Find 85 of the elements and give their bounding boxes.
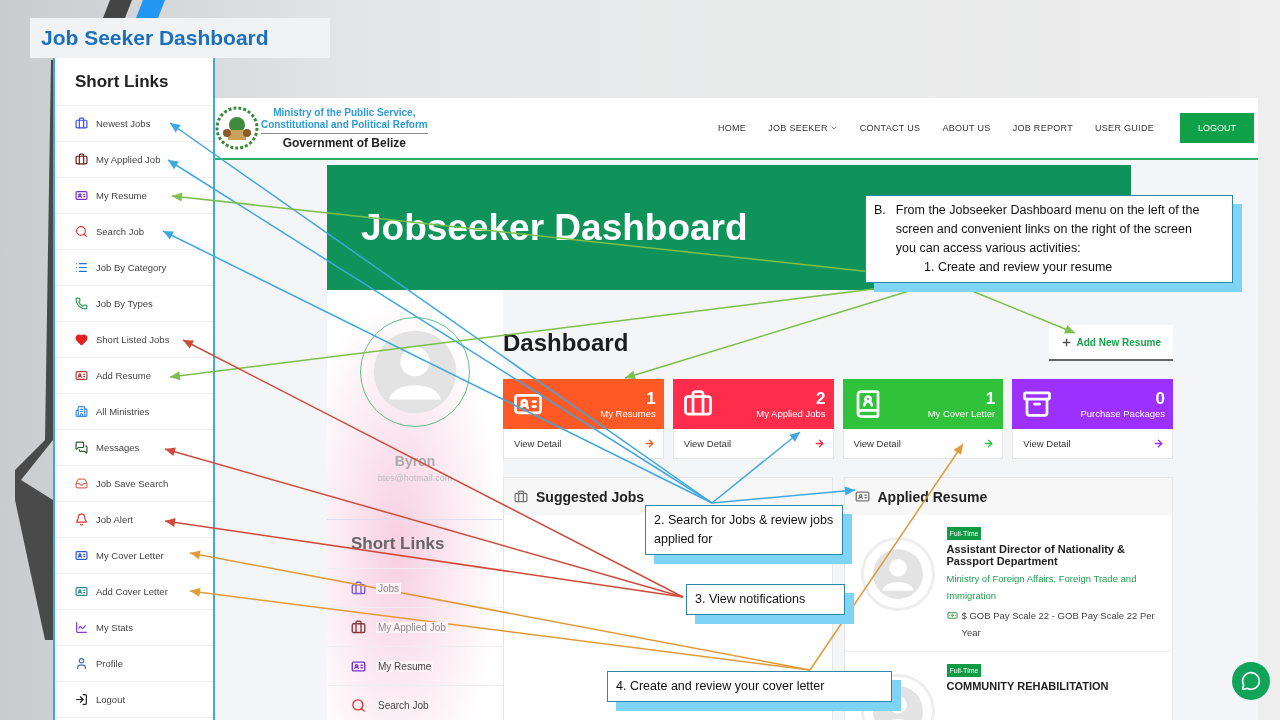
callout-text: 4. Create and review your cover letter [616, 679, 825, 693]
stat-count: 0 [1155, 389, 1165, 408]
briefcase-icon [351, 619, 366, 635]
id-card-icon [75, 549, 88, 562]
callout-marker: B. [874, 202, 886, 219]
nav-link[interactable]: USER GUIDE [1095, 123, 1154, 133]
user-email: btes@hotmail.com [377, 473, 453, 483]
view-detail-link[interactable]: View Detail [672, 429, 834, 459]
avatar-silhouette-icon [372, 329, 458, 415]
short-link[interactable]: My Resume [327, 647, 503, 686]
briefcase-icon [351, 580, 366, 596]
building-icon [75, 405, 88, 418]
briefcase-icon [75, 153, 88, 166]
panel-title: Applied Resume [877, 488, 988, 505]
chevron-down-icon [829, 124, 838, 132]
short-link[interactable]: My Stats [55, 610, 213, 646]
avatar-silhouette-icon [871, 548, 924, 600]
id-card-icon [75, 189, 88, 202]
job-pay: $ GOB Pay Scale 22 - GOB Pay Scale 22 Per Year [961, 609, 1156, 640]
short-link-label: My Applied Job [376, 621, 448, 633]
id-card-icon [351, 658, 366, 674]
job-title[interactable]: COMMUNITY REHABILITATION [946, 680, 1109, 692]
phone-icon [75, 297, 88, 310]
arrow-right-icon [643, 438, 655, 449]
id-card-icon [75, 585, 88, 598]
nav-link[interactable]: HOME [717, 123, 747, 133]
id-card-icon [854, 489, 870, 504]
arrow-right-icon [813, 438, 825, 449]
stat-label: Purchase Packages [1080, 407, 1165, 419]
chat-button[interactable] [1232, 662, 1270, 700]
view-detail-link[interactable]: View Detail [503, 429, 664, 459]
slide-title: Job Seeker Dashboard [30, 18, 330, 58]
briefcase-icon [514, 489, 528, 504]
short-link[interactable]: Job By Category [55, 250, 213, 286]
arrow-right-icon [983, 438, 995, 449]
slide-stripes-drawing [103, 0, 165, 18]
short-link-label: Jobs [376, 582, 402, 594]
nav-link[interactable]: ABOUT US [942, 123, 991, 133]
nav-link[interactable]: JOB REPORT [1012, 123, 1073, 133]
callout-text: 2. Search for Jobs & review jobs applied for [654, 513, 834, 546]
stat-label: My Applied Jobs [756, 407, 826, 419]
search-icon [75, 225, 88, 238]
search-icon [351, 697, 366, 713]
callout-text: 3. View notifications [695, 592, 806, 606]
view-detail-link[interactable]: View Detail [1012, 429, 1173, 459]
short-link[interactable]: Logout [55, 682, 213, 718]
chat-icon [75, 441, 88, 454]
ministry-name: Constitutional and Political Reform [261, 118, 428, 131]
job-title[interactable]: Assistant Director of Nationality & Passport Department [946, 543, 1162, 567]
nav-link[interactable]: JOB SEEKER [768, 123, 838, 133]
sign-in-icon [75, 693, 88, 706]
archive-box-icon [1022, 389, 1053, 419]
stat-count: 1 [646, 389, 656, 408]
arrow-right-icon [1153, 438, 1164, 449]
short-link-label: Search Job [376, 699, 431, 711]
short-links-title: Short Links [55, 58, 213, 106]
nav-link[interactable]: CONTACT US [859, 123, 921, 133]
user-icon [75, 657, 88, 670]
banknote-icon [946, 610, 958, 621]
view-detail-link[interactable]: View Detail [842, 429, 1004, 459]
briefcase-icon [75, 117, 88, 130]
plus-icon [1060, 336, 1072, 348]
dashboard-heading: Dashboard [503, 329, 629, 357]
id-card-icon [75, 369, 88, 382]
job-ministry: Ministry of Foreign Affairs, Foreign Trade and Immigration [946, 572, 1138, 603]
bell-icon [75, 513, 88, 526]
stat-count: 2 [816, 389, 826, 408]
short-link[interactable]: Search Job [327, 686, 503, 720]
ministry-name: Ministry of the Public Service, [273, 106, 416, 119]
stat-label: My Resumes [600, 407, 656, 419]
stat-count: 1 [985, 389, 996, 408]
panel-title: Suggested Jobs [536, 488, 645, 505]
short-link[interactable]: Job Save Search [55, 466, 213, 502]
short-link[interactable]: All Ministries [55, 394, 213, 430]
chat-icon [1241, 671, 1261, 691]
short-link-label: My Resume [376, 660, 434, 672]
government-name: Government of Belize [261, 132, 428, 150]
stat-label: My Cover Letter [927, 407, 996, 419]
inbox-icon [75, 477, 88, 490]
callout-list-item: 1. Create and review your resume [923, 259, 1114, 276]
short-link[interactable]: Job By Types [55, 286, 213, 322]
heart-icon [75, 333, 88, 346]
list-icon [75, 261, 88, 274]
chart-icon [75, 621, 88, 634]
short-link[interactable]: Profile [55, 646, 213, 682]
